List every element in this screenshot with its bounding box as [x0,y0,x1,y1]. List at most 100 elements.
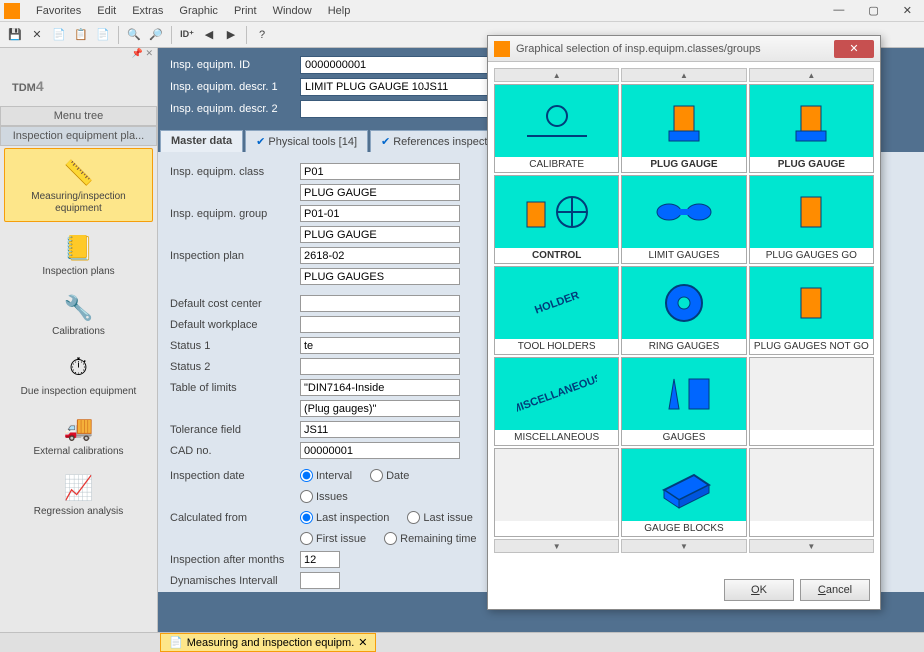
radio-remaining-time[interactable]: Remaining time [384,532,476,545]
menu-graphic[interactable]: Graphic [171,3,226,19]
grid-cell-6[interactable]: HOLDERTOOL HOLDERS [494,266,619,355]
sidebar-item-5[interactable]: 📈 Regression analysis [0,464,157,524]
sidebar-item-2[interactable]: 🔧 Calibrations [0,284,157,344]
inspection-after-months-input[interactable] [300,551,340,568]
grid-cell-14[interactable] [749,448,874,537]
radio-interval[interactable]: Interval [300,469,352,482]
close-icon[interactable]: ✕ [895,2,920,19]
table-limits-descr-input[interactable] [300,400,460,417]
scroll-down-3[interactable]: ▼ [749,539,874,553]
grid-cell-7[interactable]: RING GAUGES [621,266,746,355]
menu-print[interactable]: Print [226,3,265,19]
sidebar-item-0[interactable]: 📏 Measuring/inspection equipment [4,148,153,222]
status1-input[interactable] [300,337,460,354]
save-icon[interactable]: 💾 [6,26,24,44]
paste-icon[interactable]: 📄 [94,26,112,44]
menu-favorites[interactable]: Favorites [28,3,89,19]
sidebar-item-4[interactable]: 🚚 External calibrations [0,404,157,464]
menu-tree-button[interactable]: Menu tree [0,106,157,126]
sidebar-icon-5: 📈 [55,470,103,506]
insp-descr1-input[interactable] [300,78,500,96]
grid-cell-1[interactable]: PLUG GAUGE [621,84,746,173]
search-icon[interactable]: 🔍 [125,26,143,44]
menubar: Favorites Edit Extras Graphic Print Wind… [0,0,924,22]
maximize-icon[interactable]: ▢ [860,2,886,19]
next-icon[interactable]: ▶ [222,26,240,44]
radio-issues[interactable]: Issues [300,490,348,503]
tolerance-field-label: Tolerance field [170,424,300,436]
workplace-label: Default workplace [170,319,300,331]
grid-cell-5[interactable]: PLUG GAUGES GO [749,175,874,264]
copy-icon[interactable]: 📋 [72,26,90,44]
svg-text:MISCELLANEOUS: MISCELLANEOUS [517,372,597,416]
sidebar-item-3[interactable]: ⏱ Due inspection equipment [0,344,157,404]
scroll-up-3[interactable]: ▲ [749,68,874,82]
ok-button[interactable]: OK [724,579,794,601]
group-descr-input[interactable] [300,226,460,243]
radio-first-issue[interactable]: First issue [300,532,366,545]
bottom-tab-measuring[interactable]: 📄 Measuring and inspection equipm. ✕ [160,633,376,652]
table-limits-input[interactable] [300,379,460,396]
menu-help[interactable]: Help [320,3,359,19]
grid-cell-9[interactable]: MISCELLANEOUSMISCELLANEOUS [494,357,619,446]
prev-icon[interactable]: ◀ [200,26,218,44]
minimize-icon[interactable]: — [825,2,852,19]
grid-cell-0[interactable]: CALIBRATE [494,84,619,173]
dynamic-interval-input[interactable] [300,572,340,589]
status2-input[interactable] [300,358,460,375]
class-input[interactable] [300,163,460,180]
grid-cell-13[interactable]: GAUGE BLOCKS [621,448,746,537]
grid-cell-11[interactable] [749,357,874,446]
grid-image-14 [750,449,873,521]
grid-cell-10[interactable]: GAUGES [621,357,746,446]
tolerance-field-input[interactable] [300,421,460,438]
scroll-up-2[interactable]: ▲ [621,68,746,82]
menu-window[interactable]: Window [265,3,320,19]
sidebar-icon-3: ⏱ [55,350,103,386]
new-icon[interactable]: 📄 [50,26,68,44]
radio-last-issue[interactable]: Last issue [407,511,473,524]
class-descr-input[interactable] [300,184,460,201]
window-controls: — ▢ ✕ [825,2,920,19]
status2-label: Status 2 [170,361,300,373]
sidebar-icon-1: 📒 [55,230,103,266]
scroll-down-1[interactable]: ▼ [494,539,619,553]
tab-physical-tools[interactable]: ✔Physical tools [14] [245,130,368,152]
grid-caption-6: TOOL HOLDERS [495,339,618,354]
sidebar-pin[interactable]: 📌 ✕ [0,48,157,62]
group-input[interactable] [300,205,460,222]
sidebar-tab-inspection[interactable]: Inspection equipment pla... [0,126,157,146]
id-icon[interactable]: ID⁺ [178,26,196,44]
cost-center-input[interactable] [300,295,460,312]
dialog-icon [494,41,510,57]
search-again-icon[interactable]: 🔎 [147,26,165,44]
grid-caption-5: PLUG GAUGES GO [750,248,873,263]
cancel-button[interactable]: Cancel [800,579,870,601]
insp-id-input[interactable] [300,56,500,74]
grid-cell-4[interactable]: LIMIT GAUGES [621,175,746,264]
plan-descr-input[interactable] [300,268,460,285]
grid-cell-12[interactable] [494,448,619,537]
plan-input[interactable] [300,247,460,264]
scroll-up-1[interactable]: ▲ [494,68,619,82]
radio-date[interactable]: Date [370,469,409,482]
grid-cell-8[interactable]: PLUG GAUGES NOT GO [749,266,874,355]
bottom-tab-close-icon[interactable]: ✕ [358,636,367,649]
grid-image-2 [750,85,873,157]
grid-cell-2[interactable]: PLUG GAUGE [749,84,874,173]
grid-caption-7: RING GAUGES [622,339,745,354]
grid-cell-3[interactable]: CONTROL [494,175,619,264]
delete-icon[interactable]: ✕ [28,26,46,44]
sidebar-item-1[interactable]: 📒 Inspection plans [0,224,157,284]
menu-edit[interactable]: Edit [89,3,124,19]
menu-extras[interactable]: Extras [124,3,171,19]
help-icon[interactable]: ? [253,26,271,44]
dialog-close-button[interactable]: ✕ [834,40,874,58]
cad-no-input[interactable] [300,442,460,459]
radio-last-inspection[interactable]: Last inspection [300,511,389,524]
workplace-input[interactable] [300,316,460,333]
logo: TDM4 [0,62,157,106]
tab-master-data[interactable]: Master data [160,130,243,152]
insp-descr2-input[interactable] [300,100,500,118]
scroll-down-2[interactable]: ▼ [621,539,746,553]
